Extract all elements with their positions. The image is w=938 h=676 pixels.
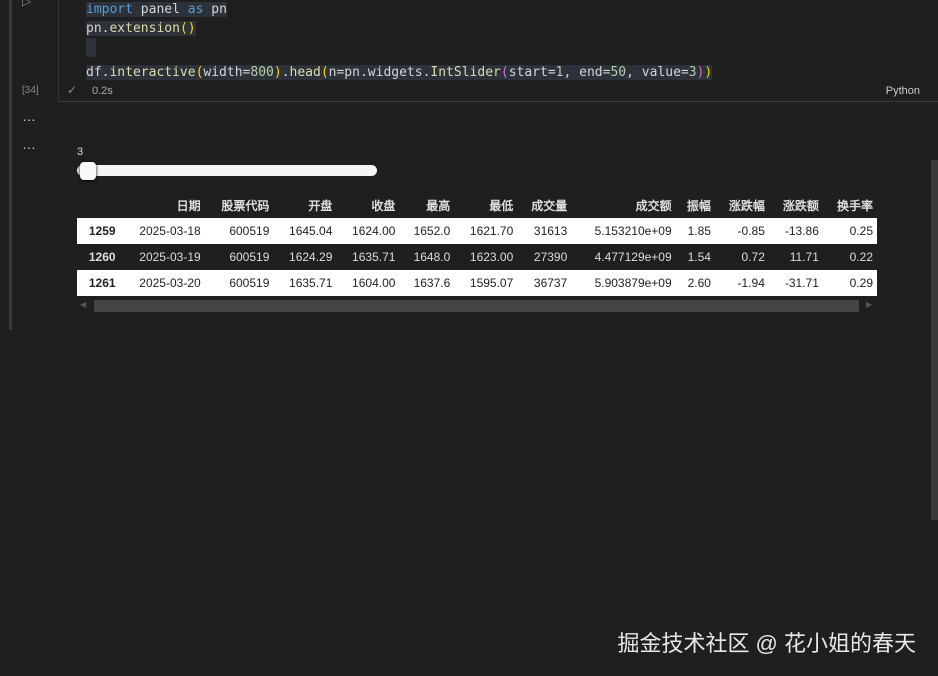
table-cell: 0.29 [823, 270, 877, 296]
output-menu-icon[interactable]: … [22, 108, 36, 124]
table-cell: 2025-03-19 [120, 244, 205, 270]
check-icon: ✓ [67, 83, 77, 97]
column-header: 日期 [120, 192, 205, 218]
language-label[interactable]: Python [886, 85, 920, 97]
table-row: 12592025-03-186005191645.041624.001652.0… [77, 218, 877, 244]
table-cell: 1635.71 [273, 270, 336, 296]
slider-value: 3 [77, 146, 83, 158]
table-cell: 1.85 [676, 218, 715, 244]
table-cell: 1652.0 [399, 218, 454, 244]
table-cell: 1604.00 [336, 270, 399, 296]
table-cell: 1624.00 [336, 218, 399, 244]
table-row: 12602025-03-196005191624.291635.711648.0… [77, 244, 877, 270]
duration: 0.2s [92, 85, 113, 97]
row-index: 1260 [77, 244, 120, 270]
row-index: 1261 [77, 270, 120, 296]
column-header: 开盘 [273, 192, 336, 218]
table-cell: 1645.04 [273, 218, 336, 244]
column-header: 成交量 [517, 192, 571, 218]
code-line-1: import panel as pn [86, 0, 712, 19]
watermark: 掘金技术社区 @ 花小姐的春天 [617, 626, 916, 658]
column-header: 收盘 [336, 192, 399, 218]
column-header: 股票代码 [205, 192, 274, 218]
column-header [77, 192, 120, 218]
column-header: 成交额 [571, 192, 675, 218]
table-cell: 2025-03-20 [120, 270, 205, 296]
column-header: 换手率 [823, 192, 877, 218]
code-line-4: df.interactive(width=800).head(n=pn.widg… [86, 63, 712, 82]
code-line-2: pn.extension() [86, 19, 712, 38]
scroll-left-icon[interactable]: ◀ [80, 300, 86, 309]
table-header: 日期股票代码开盘收盘最高最低成交量成交额振幅涨跌幅涨跌额换手率 [77, 192, 877, 218]
table-cell: 1624.29 [273, 244, 336, 270]
table-cell: 0.22 [823, 244, 877, 270]
table-cell: -13.86 [769, 218, 823, 244]
table-cell: 2025-03-18 [120, 218, 205, 244]
table-cell: 1637.6 [399, 270, 454, 296]
table-cell: 4.477129e+09 [571, 244, 675, 270]
slider-handle[interactable] [80, 162, 96, 180]
column-header: 振幅 [676, 192, 715, 218]
table-cell: 1621.70 [454, 218, 517, 244]
int-slider[interactable] [77, 165, 377, 176]
column-header: 最高 [399, 192, 454, 218]
code-editor[interactable]: import panel as pn pn.extension() df.int… [86, 0, 712, 82]
table-cell: 1595.07 [454, 270, 517, 296]
row-index: 1259 [77, 218, 120, 244]
table-cell: 1648.0 [399, 244, 454, 270]
execution-count: [34] [22, 85, 39, 96]
table-cell: 36737 [517, 270, 571, 296]
scroll-right-icon[interactable]: ▶ [866, 300, 872, 309]
vertical-scrollbar[interactable] [931, 160, 938, 520]
output-menu-icon[interactable]: … [22, 136, 36, 152]
table-cell: 600519 [205, 218, 274, 244]
table-cell: 0.25 [823, 218, 877, 244]
column-header: 涨跌额 [769, 192, 823, 218]
table-cell: 0.72 [715, 244, 769, 270]
table-cell: 11.71 [769, 244, 823, 270]
run-icon[interactable]: ▷ [22, 0, 31, 8]
column-header: 最低 [454, 192, 517, 218]
table-cell: 31613 [517, 218, 571, 244]
code-line-3 [86, 38, 712, 63]
table-cell: 2.60 [676, 270, 715, 296]
table-cell: 600519 [205, 244, 274, 270]
table-cell: 5.903879e+09 [571, 270, 675, 296]
table-cell: 600519 [205, 270, 274, 296]
table-cell: -0.85 [715, 218, 769, 244]
table-cell: -1.94 [715, 270, 769, 296]
column-header: 涨跌幅 [715, 192, 769, 218]
table-cell: -31.71 [769, 270, 823, 296]
table-cell: 1635.71 [336, 244, 399, 270]
dataframe-table: 日期股票代码开盘收盘最高最低成交量成交额振幅涨跌幅涨跌额换手率 12592025… [77, 192, 877, 296]
table-cell: 27390 [517, 244, 571, 270]
gutter-bar [9, 0, 12, 330]
table-cell: 1.54 [676, 244, 715, 270]
table-cell: 1623.00 [454, 244, 517, 270]
table-cell: 5.153210e+09 [571, 218, 675, 244]
horizontal-scrollbar[interactable] [94, 300, 859, 312]
table-row: 12612025-03-206005191635.711604.001637.6… [77, 270, 877, 296]
